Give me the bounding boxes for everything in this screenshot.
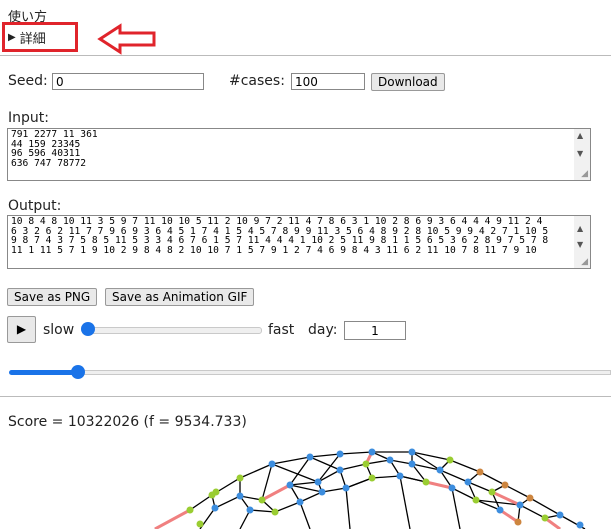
scroll-down-icon[interactable]: ▼ [577,240,583,249]
fast-label: fast [268,322,295,338]
download-button[interactable]: Download [371,73,445,91]
seed-label: Seed: [8,73,48,89]
day-slider-fill[interactable] [9,370,79,375]
scroll-up-icon[interactable]: ▲ [577,131,583,140]
divider [0,55,611,56]
day-slider-thumb[interactable] [71,365,85,379]
play-button[interactable]: ▶ [7,316,36,343]
output-text: 10 8 4 8 10 11 3 5 9 7 11 10 10 5 11 2 1… [11,216,549,256]
output-textarea[interactable]: 10 8 4 8 10 11 3 5 9 7 11 10 10 5 11 2 1… [7,215,591,269]
speed-slider-thumb[interactable] [81,322,95,336]
graph-visualization [154,448,586,529]
scroll-up-icon[interactable]: ▲ [577,224,583,233]
divider [0,396,611,397]
save-png-button[interactable]: Save as PNG [7,288,98,306]
resize-grip-icon[interactable]: ◢ [581,169,588,179]
resize-grip-icon[interactable]: ◢ [581,257,588,267]
slow-label: slow [43,322,75,338]
cases-input[interactable] [291,73,365,90]
annotation-arrow-icon [97,23,156,55]
day-slider-track[interactable] [79,370,611,375]
day-label: day: [308,322,338,338]
scroll-down-icon[interactable]: ▼ [577,149,583,158]
score-text: Score = 10322026 (f = 9534.733) [8,414,247,430]
cases-label: #cases: [229,73,285,89]
annotation-box [2,22,78,52]
speed-slider-track[interactable] [86,327,262,334]
input-text: 791 2277 11 361 44 159 23345 96 596 4031… [11,129,98,169]
input-label: Input: [8,110,49,126]
seed-input[interactable] [52,73,204,90]
save-gif-button[interactable]: Save as Animation GIF [105,288,255,306]
day-input[interactable] [344,321,406,340]
input-textarea[interactable]: 791 2277 11 361 44 159 23345 96 596 4031… [7,128,591,181]
output-label: Output: [8,198,62,214]
